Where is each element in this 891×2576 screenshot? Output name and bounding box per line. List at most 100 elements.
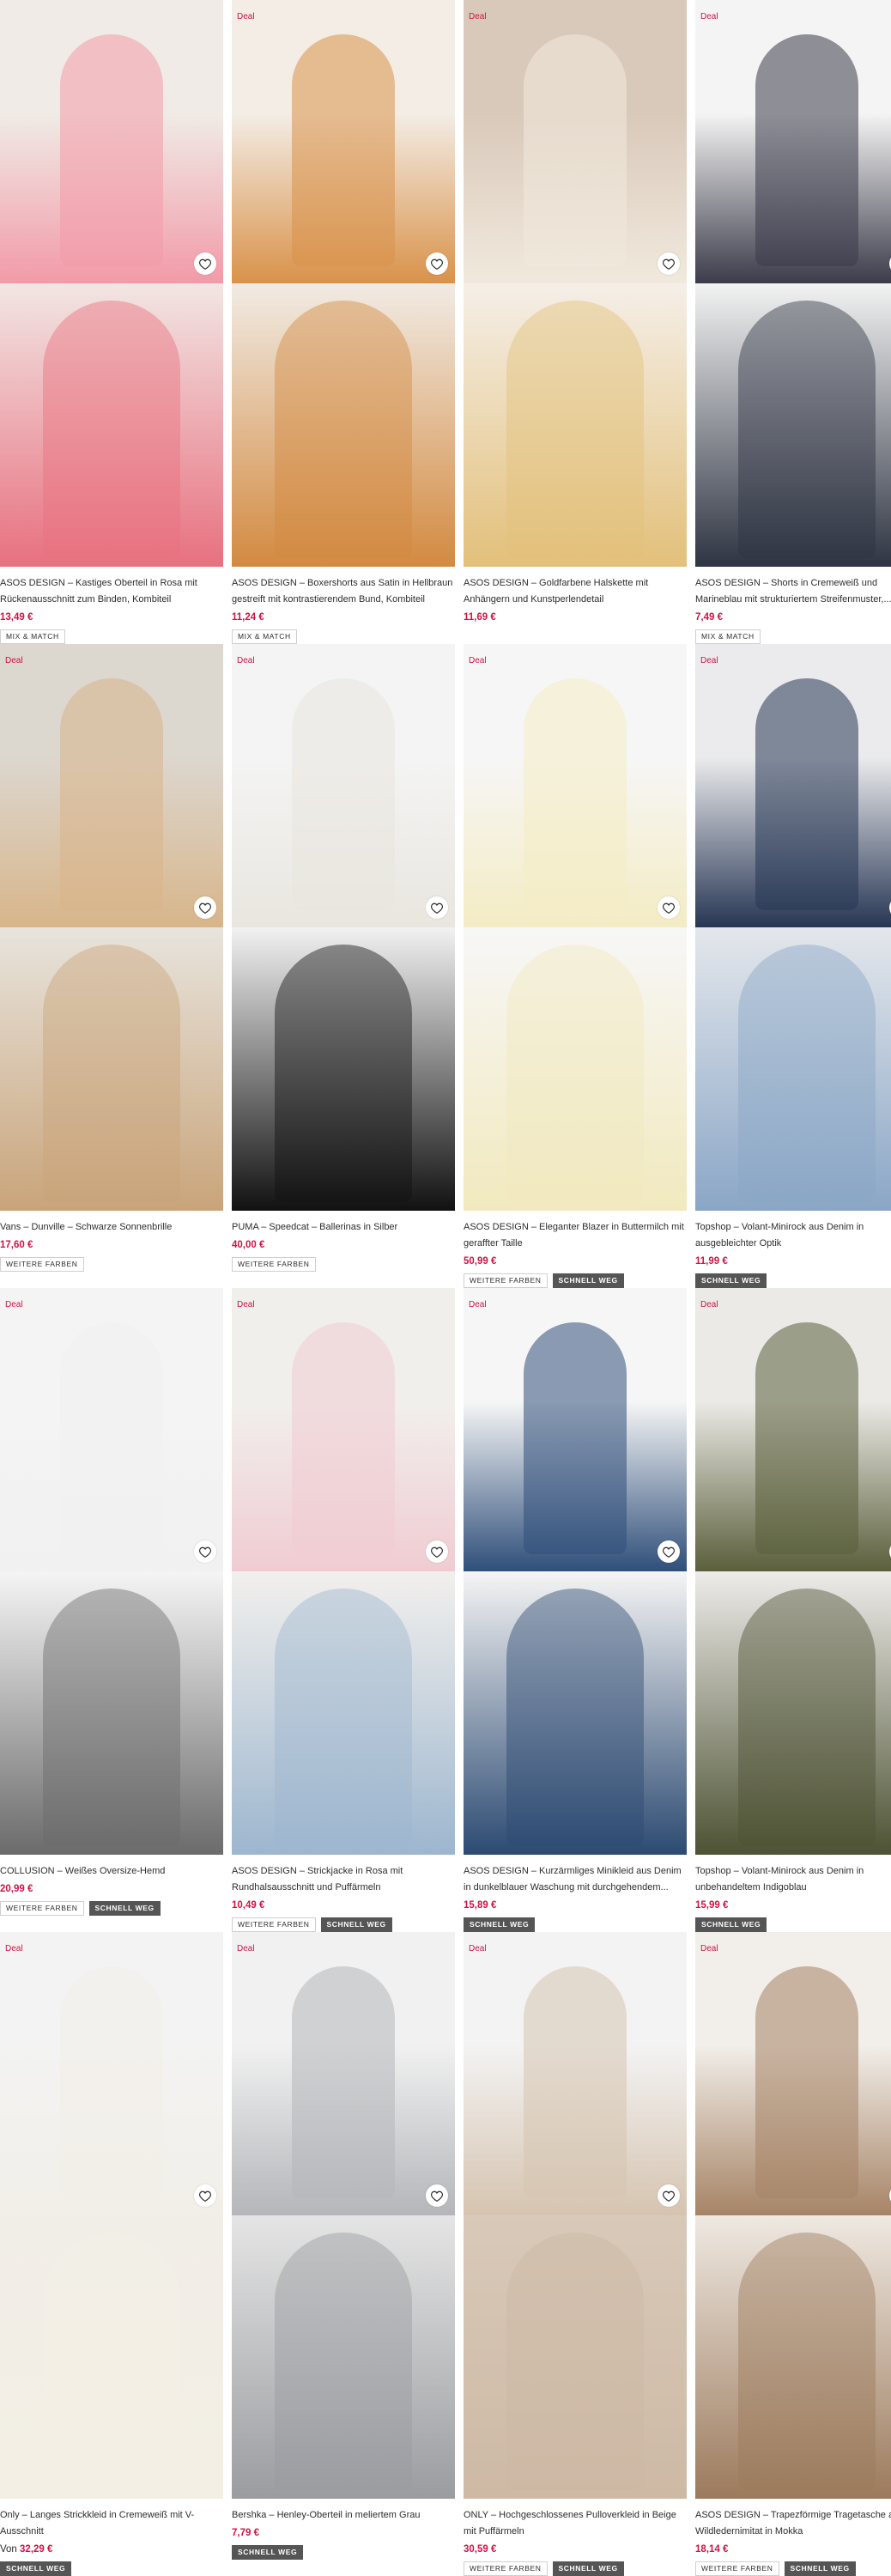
product-image-alt [232,283,455,567]
product-title[interactable]: ASOS DESIGN – Kastiges Oberteil in Rosa … [0,575,223,608]
selling-fast-badge: SCHNELL WEG [552,2561,624,2576]
product-title[interactable]: ASOS DESIGN – Trapezförmige Tragetasche … [695,2507,891,2540]
save-for-later-button[interactable] [426,896,448,919]
product-card[interactable]: Deal ONLY – Hochgeschlossenes Pulloverkl… [464,1932,687,2576]
product-image-alt [0,2215,223,2499]
product-title[interactable]: ASOS DESIGN – Eleganter Blazer in Butter… [464,1219,687,1252]
product-image-link[interactable]: Deal [232,644,455,1211]
price-value: 7,49 € [695,612,723,623]
more-colours-badge: WEITERE FARBEN [695,2561,779,2576]
product-card[interactable]: ASOS DESIGN – Kastiges Oberteil in Rosa … [0,0,223,644]
product-image-link[interactable]: Deal [464,0,687,567]
price-value: 50,99 € [464,1256,497,1267]
product-title[interactable]: COLLUSION – Weißes Oversize-Hemd [0,1863,223,1880]
product-image-alt [0,283,223,567]
product-title[interactable]: Only – Langes Strickkleid in Cremeweiß m… [0,2507,223,2540]
product-title[interactable]: Bershka – Henley-Oberteil in meliertem G… [232,2507,455,2524]
product-title[interactable]: Topshop – Volant-Minirock aus Denim in a… [695,1219,891,1252]
product-image-link[interactable]: Deal [0,1288,223,1855]
heart-icon [663,258,675,270]
product-price: 11,99 € [695,1255,891,1268]
product-image-link[interactable] [0,0,223,567]
product-image-link[interactable]: Deal [695,0,891,567]
save-for-later-button[interactable] [426,252,448,275]
selling-fast-badge: SCHNELL WEG [784,2561,856,2576]
save-for-later-button[interactable] [658,2184,680,2207]
save-for-later-button[interactable] [426,2184,448,2207]
mix-match-badge: MIX & MATCH [0,629,65,644]
product-card[interactable]: Deal Vans – Dunville – Schwarze Sonnenbr… [0,644,223,1272]
save-for-later-button[interactable] [194,2184,216,2207]
product-image-link[interactable]: Deal [464,644,687,1211]
product-card[interactable]: Deal ASOS DESIGN – Goldfarbene Halskette… [464,0,687,629]
save-for-later-button[interactable] [194,896,216,919]
product-price: 11,24 € [232,611,455,624]
product-image [464,1288,687,1571]
product-image-link[interactable]: Deal [0,644,223,1211]
product-title[interactable]: ASOS DESIGN – Goldfarbene Halskette mit … [464,575,687,608]
product-image-alt [464,1571,687,1855]
product-card[interactable]: Deal ASOS DESIGN – Shorts in Cremeweiß u… [695,0,891,644]
product-image-link[interactable]: Deal [232,1932,455,2499]
more-colours-badge: WEITERE FARBEN [232,1257,316,1272]
product-grid: ASOS DESIGN – Kastiges Oberteil in Rosa … [0,0,891,2576]
save-for-later-button[interactable] [426,1540,448,1563]
product-card[interactable]: Deal Topshop – Volant-Minirock aus Denim… [695,1288,891,1932]
more-colours-badge: WEITERE FARBEN [0,1901,84,1916]
product-title[interactable]: ONLY – Hochgeschlossenes Pulloverkleid i… [464,2507,687,2540]
product-card[interactable]: Deal ASOS DESIGN – Strickjacke in Rosa m… [232,1288,455,1932]
product-card[interactable]: Deal ASOS DESIGN – Eleganter Blazer in B… [464,644,687,1288]
deal-label: Deal [469,1944,487,1953]
mix-match-badge: MIX & MATCH [695,629,761,644]
price-value: 10,49 € [232,1900,265,1911]
product-card[interactable]: Deal Bershka – Henley-Oberteil in melier… [232,1932,455,2560]
product-card[interactable]: Deal ASOS DESIGN – Boxershorts aus Satin… [232,0,455,644]
save-for-later-button[interactable] [194,252,216,275]
product-image-link[interactable]: Deal [232,1288,455,1855]
save-for-later-button[interactable] [194,1540,216,1563]
heart-icon [663,2190,675,2202]
product-title[interactable]: ASOS DESIGN – Boxershorts aus Satin in H… [232,575,455,608]
product-card[interactable]: Deal Only – Langes Strickkleid in Cremew… [0,1932,223,2576]
product-image-link[interactable]: Deal [695,1932,891,2499]
selling-fast-badge: SCHNELL WEG [464,1917,536,1932]
product-price: 30,59 € [464,2543,687,2556]
save-for-later-button[interactable] [658,896,680,919]
product-image-link[interactable]: Deal [695,644,891,1211]
deal-label: Deal [237,1944,255,1953]
product-image-link[interactable]: Deal [464,1288,687,1855]
product-card[interactable]: Deal PUMA – Speedcat – Ballerinas in Sil… [232,644,455,1272]
product-image-link[interactable]: Deal [0,1932,223,2499]
product-image-alt [695,1571,891,1855]
product-image-alt [464,2215,687,2499]
product-title[interactable]: Vans – Dunville – Schwarze Sonnenbrille [0,1219,223,1236]
price-value: 15,89 € [464,1900,497,1911]
product-price: 18,14 € [695,2543,891,2556]
save-for-later-button[interactable] [658,1540,680,1563]
product-title[interactable]: ASOS DESIGN – Kurzärmliges Minikleid aus… [464,1863,687,1896]
product-image-alt [0,927,223,1211]
product-card[interactable]: Deal Topshop – Volant-Minirock aus Denim… [695,644,891,1288]
heart-icon [199,258,211,270]
product-title[interactable]: ASOS DESIGN – Strickjacke in Rosa mit Ru… [232,1863,455,1896]
product-card[interactable]: Deal COLLUSION – Weißes Oversize-Hemd 20… [0,1288,223,1916]
product-badges: SCHNELL WEG [695,1917,891,1932]
product-title[interactable]: ASOS DESIGN – Shorts in Cremeweiß und Ma… [695,575,891,608]
product-badges: MIX & MATCH [695,629,891,644]
product-image-link[interactable]: Deal [695,1288,891,1855]
product-card[interactable]: Deal ASOS DESIGN – Kurzärmliges Miniklei… [464,1288,687,1932]
product-image [232,1288,455,1571]
product-card[interactable]: Deal ASOS DESIGN – Trapezförmige Trageta… [695,1932,891,2576]
product-title[interactable]: PUMA – Speedcat – Ballerinas in Silber [232,1219,455,1236]
product-image-link[interactable]: Deal [464,1932,687,2499]
selling-fast-badge: SCHNELL WEG [695,1917,767,1932]
save-for-later-button[interactable] [658,252,680,275]
price-value: 17,60 € [0,1240,33,1250]
product-title[interactable]: Topshop – Volant-Minirock aus Denim in u… [695,1863,891,1896]
product-image [232,1932,455,2215]
product-image-link[interactable]: Deal [232,0,455,567]
product-image [464,644,687,927]
product-price: 13,49 € [0,611,223,624]
more-colours-badge: WEITERE FARBEN [232,1917,316,1932]
selling-fast-badge: SCHNELL WEG [88,1901,161,1916]
